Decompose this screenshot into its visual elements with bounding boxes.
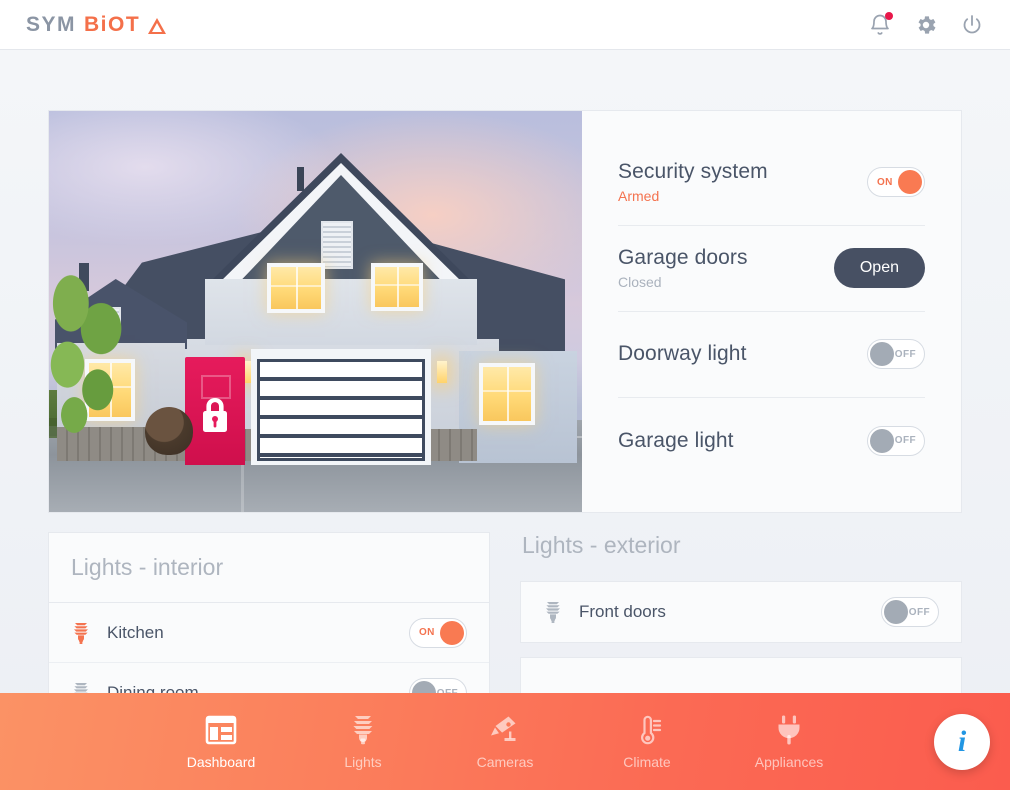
thermometer-icon bbox=[641, 715, 662, 744]
light-bulb-icon bbox=[353, 715, 373, 744]
section-title: Lights - interior bbox=[71, 554, 224, 580]
header-icon-group bbox=[868, 11, 984, 37]
garage-door bbox=[257, 359, 425, 461]
hero-row-garage-light[interactable]: Garage light OFF bbox=[618, 398, 925, 484]
device-name: Kitchen bbox=[107, 622, 164, 642]
device-title: Garage doors bbox=[618, 246, 748, 269]
toggle-label: OFF bbox=[894, 435, 916, 446]
device-title: Garage light bbox=[618, 428, 734, 452]
logo-text-accent: BiOT bbox=[84, 12, 141, 36]
nav-label: Dashboard bbox=[186, 753, 256, 770]
nav-item-lights[interactable]: Lights bbox=[317, 714, 409, 770]
upper-window-left bbox=[267, 263, 325, 313]
page-content: Security system Armed ON Garage doors Cl… bbox=[0, 50, 1010, 790]
logo-text-primary: SYM bbox=[26, 12, 77, 36]
dashboard-icon bbox=[205, 715, 237, 744]
toggle-knob bbox=[884, 600, 908, 624]
notification-badge-dot bbox=[885, 11, 893, 20]
device-label-group: Kitchen bbox=[71, 621, 164, 645]
garage-light-toggle[interactable]: OFF bbox=[867, 425, 925, 456]
hero-row-doorway-light[interactable]: Doorway light OFF bbox=[618, 312, 925, 398]
doorway-light-toggle[interactable]: OFF bbox=[867, 339, 925, 369]
nav-label: Climate bbox=[623, 753, 671, 770]
toggle-knob bbox=[870, 428, 894, 453]
house-exterior-photo bbox=[49, 111, 582, 512]
list-item[interactable]: Kitchen ON bbox=[49, 603, 489, 663]
status-badge: Closed bbox=[618, 274, 662, 290]
app-logo[interactable]: SYM BiOT bbox=[26, 12, 167, 37]
roof-vent-pipe bbox=[297, 167, 304, 191]
attic-vent bbox=[321, 221, 353, 269]
lights-exterior-card: Front doors OFF bbox=[520, 581, 962, 643]
porch-light-right bbox=[437, 361, 447, 383]
stone-base-right bbox=[429, 429, 477, 461]
app-header: SYM BiOT bbox=[0, 0, 1010, 50]
kitchen-light-toggle[interactable]: ON bbox=[409, 617, 467, 648]
bottom-navigation: Dashboard Lights Cameras Climate Applian… bbox=[0, 693, 1010, 790]
list-item[interactable]: Front doors OFF bbox=[521, 582, 961, 642]
nav-label: Appliances bbox=[754, 753, 824, 770]
triangle-icon bbox=[148, 17, 167, 34]
toggle-knob bbox=[898, 170, 922, 194]
notifications-bell-icon[interactable] bbox=[868, 11, 893, 37]
front-doors-light-toggle[interactable]: OFF bbox=[881, 597, 939, 627]
nav-item-appliances[interactable]: Appliances bbox=[743, 714, 835, 770]
lights-interior-header: Lights - interior bbox=[49, 533, 489, 603]
hero-row-text-group: Garage doors Closed bbox=[618, 246, 748, 290]
upper-window-right bbox=[371, 263, 423, 311]
toggle-label: ON bbox=[877, 176, 893, 188]
toggle-label: OFF bbox=[894, 348, 916, 360]
nav-item-climate[interactable]: Climate bbox=[601, 714, 693, 770]
card-spacer bbox=[520, 643, 962, 657]
settings-gear-icon[interactable] bbox=[914, 13, 938, 37]
nav-label: Lights bbox=[344, 753, 382, 770]
nav-item-dashboard[interactable]: Dashboard bbox=[175, 714, 267, 770]
toggle-label: OFF bbox=[908, 606, 930, 618]
app-root: SYM BiOT Security system Armed ON Garage… bbox=[0, 0, 1010, 790]
nav-item-cameras[interactable]: Cameras bbox=[459, 714, 551, 770]
plug-icon bbox=[778, 715, 800, 744]
status-badge: Armed bbox=[618, 188, 660, 204]
power-icon[interactable] bbox=[960, 13, 984, 37]
device-title: Security system bbox=[618, 160, 768, 183]
hero-device-list: Security system Armed ON Garage doors Cl… bbox=[582, 111, 961, 512]
hero-row-text-group: Doorway light bbox=[618, 342, 747, 366]
toggle-label: ON bbox=[419, 627, 435, 638]
hero-row-text-group: Garage light bbox=[618, 429, 734, 453]
light-bulb-icon bbox=[74, 622, 88, 644]
device-name: Front doors bbox=[579, 602, 666, 621]
tree bbox=[49, 271, 133, 451]
hero-row-text-group: Security system Armed bbox=[618, 160, 768, 204]
toggle-knob bbox=[440, 620, 464, 645]
toggle-knob bbox=[870, 342, 894, 366]
device-label-group: Front doors bbox=[543, 600, 666, 624]
shrub bbox=[145, 407, 193, 455]
info-button[interactable]: i bbox=[934, 714, 990, 770]
security-system-toggle[interactable]: ON bbox=[867, 167, 925, 197]
lock-icon bbox=[198, 396, 232, 436]
nav-label: Cameras bbox=[476, 753, 534, 770]
hero-row-security-system[interactable]: Security system Armed ON bbox=[618, 140, 925, 226]
hero-panel: Security system Armed ON Garage doors Cl… bbox=[48, 110, 962, 513]
right-window bbox=[479, 363, 535, 425]
garage-open-button[interactable]: Open bbox=[833, 248, 925, 288]
light-bulb-icon bbox=[546, 602, 560, 623]
camera-icon bbox=[491, 716, 516, 741]
info-icon: i bbox=[957, 725, 967, 758]
upper-siding bbox=[205, 279, 477, 345]
hero-row-garage-doors[interactable]: Garage doors Closed Open bbox=[618, 226, 925, 312]
device-title: Doorway light bbox=[618, 342, 747, 365]
section-title: Lights - exterior bbox=[522, 532, 681, 558]
